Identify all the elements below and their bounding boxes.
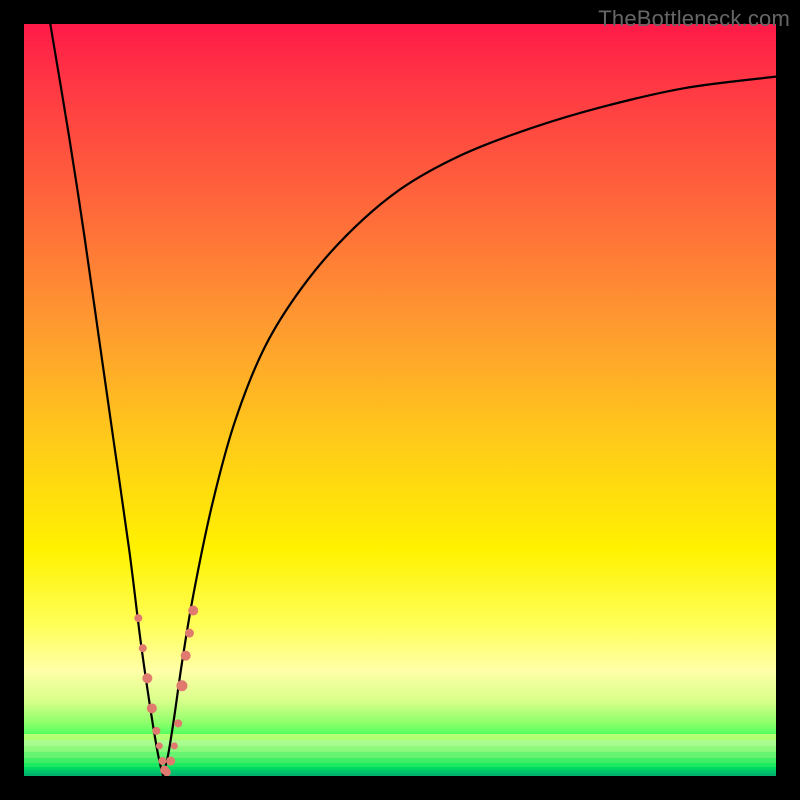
bottleneck-marker xyxy=(174,719,182,727)
bottleneck-marker xyxy=(176,680,187,691)
bottleneck-marker xyxy=(156,742,163,749)
bottleneck-marker xyxy=(181,651,191,661)
bottleneck-marker xyxy=(188,606,198,616)
bottleneck-marker xyxy=(134,614,142,622)
bottleneck-marker xyxy=(147,703,157,713)
chart-frame: TheBottleneck.com xyxy=(0,0,800,800)
bottleneck-marker xyxy=(142,673,152,683)
curve-right-branch xyxy=(163,77,776,776)
bottleneck-marker xyxy=(185,629,194,638)
bottleneck-marker xyxy=(158,757,166,765)
bottleneck-marker xyxy=(166,756,175,765)
bottleneck-marker xyxy=(139,644,147,652)
plot-area xyxy=(24,24,776,776)
curve-layer xyxy=(24,24,776,776)
curve-left-branch xyxy=(50,24,163,776)
watermark-text: TheBottleneck.com xyxy=(598,6,790,32)
bottleneck-marker xyxy=(163,768,171,776)
bottleneck-marker xyxy=(171,742,178,749)
bottleneck-marker xyxy=(152,727,160,735)
